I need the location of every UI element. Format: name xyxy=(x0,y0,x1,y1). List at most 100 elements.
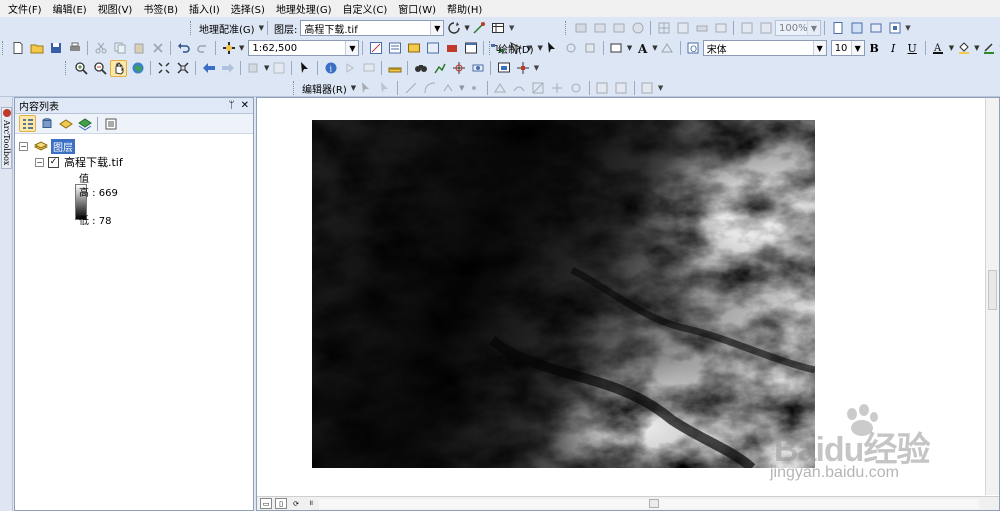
copy-icon[interactable] xyxy=(111,40,128,57)
find-icon[interactable] xyxy=(412,60,429,77)
toolbar-options-icon[interactable]: ▼ xyxy=(508,20,516,36)
attributes-icon[interactable] xyxy=(594,80,611,97)
data-driven-pages-icon[interactable] xyxy=(867,20,884,37)
vertical-scrollbar-thumb[interactable] xyxy=(988,270,997,310)
toolbar-options-icon[interactable]: ▼ xyxy=(904,20,912,36)
line-color-icon[interactable] xyxy=(980,40,997,57)
open-time-slider-icon[interactable] xyxy=(469,60,486,77)
layer-icon[interactable] xyxy=(572,20,589,37)
rotate-icon[interactable] xyxy=(445,20,462,37)
rectangle-icon[interactable] xyxy=(608,40,625,57)
straight-segment-icon[interactable] xyxy=(402,80,419,97)
rotate-element-icon[interactable] xyxy=(563,40,580,57)
georef-menu[interactable]: 地理配准(G) xyxy=(199,21,255,36)
collapse-icon[interactable]: − xyxy=(19,141,28,151)
chevron-down-icon[interactable]: ▼ xyxy=(652,44,657,52)
new-document-icon[interactable] xyxy=(9,40,26,57)
pixel-inspector-icon[interactable] xyxy=(514,60,531,77)
table-icon[interactable] xyxy=(674,20,691,37)
open-folder-icon[interactable] xyxy=(28,40,45,57)
raster-layer-name[interactable]: 高程下载.tif xyxy=(64,154,123,170)
change-layout-icon[interactable] xyxy=(848,20,865,37)
chevron-down-icon[interactable]: ▼ xyxy=(239,44,244,52)
find-route-icon[interactable] xyxy=(431,60,448,77)
list-by-source-icon[interactable] xyxy=(38,115,55,132)
menu-help[interactable]: 帮助(H) xyxy=(443,1,489,16)
catalog-icon[interactable] xyxy=(405,40,422,57)
menu-bookmarks[interactable]: 书签(B) xyxy=(139,1,185,16)
fill-color-icon[interactable] xyxy=(955,40,972,57)
chevron-down-icon[interactable]: ▼ xyxy=(430,21,444,35)
edit-tool-icon[interactable] xyxy=(357,80,374,97)
menu-geoprocessing[interactable]: 地理处理(G) xyxy=(272,1,339,16)
go-forward-icon[interactable] xyxy=(219,60,236,77)
close-icon[interactable]: ✕ xyxy=(241,100,249,111)
vertical-scrollbar[interactable] xyxy=(985,98,999,495)
bold-button[interactable]: B xyxy=(866,40,883,57)
redo-icon[interactable] xyxy=(194,40,211,57)
hyperlink-icon[interactable] xyxy=(341,60,358,77)
go-to-xy-icon[interactable] xyxy=(450,60,467,77)
menu-insert[interactable]: 插入(I) xyxy=(185,1,227,16)
chevron-down-icon[interactable]: ▼ xyxy=(807,21,820,35)
search-window-icon[interactable] xyxy=(424,40,441,57)
editor-menu[interactable]: 编辑器(R) xyxy=(302,81,347,96)
split-icon[interactable] xyxy=(549,80,566,97)
focus-data-frame-icon[interactable] xyxy=(886,20,903,37)
clear-selection-icon[interactable] xyxy=(270,60,287,77)
chevron-down-icon[interactable]: ▼ xyxy=(459,84,464,92)
zoom-percent-select[interactable]: 100% ▼ xyxy=(775,20,821,36)
measure-icon[interactable] xyxy=(386,60,403,77)
swipe-icon[interactable] xyxy=(591,20,608,37)
point-icon[interactable] xyxy=(466,80,483,97)
pan-icon[interactable] xyxy=(110,59,127,77)
pause-drawing-icon[interactable]: ॥ xyxy=(305,498,317,509)
chevron-down-icon[interactable]: ▼ xyxy=(850,41,864,55)
edit-vertices-icon[interactable] xyxy=(659,40,676,57)
python-window-icon[interactable] xyxy=(462,40,479,57)
zoom-in-icon[interactable] xyxy=(72,60,89,77)
layout-view-icon[interactable]: ▯ xyxy=(275,498,287,509)
save-icon[interactable] xyxy=(47,40,64,57)
menu-edit[interactable]: 编辑(E) xyxy=(49,1,94,16)
transparency-icon[interactable] xyxy=(712,20,729,37)
chevron-down-icon[interactable]: ▼ xyxy=(974,44,979,52)
pin-icon[interactable]: ᛘ xyxy=(229,100,235,111)
georef-layer-select[interactable]: 高程下载.tif ▼ xyxy=(300,20,445,36)
create-features-icon[interactable] xyxy=(639,80,656,97)
grid-icon[interactable] xyxy=(655,20,672,37)
chevron-down-icon[interactable]: ▼ xyxy=(627,44,632,52)
select-elements-icon[interactable] xyxy=(296,60,313,77)
draw-menu[interactable]: 绘制(D) xyxy=(498,41,534,56)
full-extent-icon[interactable] xyxy=(129,60,146,77)
font-size-select[interactable]: 10 ▼ xyxy=(830,40,865,56)
list-by-visibility-icon[interactable] xyxy=(57,115,74,132)
fixed-zoom-in-icon[interactable] xyxy=(155,60,172,77)
add-control-points-icon[interactable] xyxy=(471,20,488,37)
toolbar-options-icon[interactable]: ▼ xyxy=(532,60,540,76)
font-color-icon[interactable]: A xyxy=(930,40,947,57)
menu-customize[interactable]: 自定义(C) xyxy=(339,1,395,16)
html-popup-icon[interactable] xyxy=(360,60,377,77)
font-name-select[interactable]: 宋体 ▼ xyxy=(702,40,827,56)
zoom-in-page-icon[interactable] xyxy=(738,20,755,37)
reshape-feature-icon[interactable] xyxy=(511,80,528,97)
edit-annotation-icon[interactable] xyxy=(376,80,393,97)
text-tool-icon[interactable]: A xyxy=(633,40,650,57)
edit-vertices-icon[interactable] xyxy=(492,80,509,97)
collapse-icon[interactable]: − xyxy=(35,157,44,167)
chevron-down-icon[interactable]: ▼ xyxy=(464,24,469,32)
toolbar-grip[interactable] xyxy=(190,21,193,35)
chevron-down-icon[interactable]: ▼ xyxy=(264,64,269,72)
list-by-drawing-order-icon[interactable] xyxy=(19,115,36,132)
arctoolbox-icon[interactable] xyxy=(443,40,460,57)
chevron-down-icon[interactable]: ▼ xyxy=(812,41,826,55)
delete-icon[interactable] xyxy=(149,40,166,57)
cut-polygons-icon[interactable] xyxy=(530,80,547,97)
menu-file[interactable]: 文件(F) xyxy=(4,1,49,16)
trace-icon[interactable] xyxy=(440,80,457,97)
map-scale-select[interactable]: 1:62,500 ▼ xyxy=(248,40,360,56)
editor-toolbar-icon[interactable] xyxy=(367,40,384,57)
horizontal-scrollbar-thumb[interactable] xyxy=(649,499,659,508)
menu-view[interactable]: 视图(V) xyxy=(94,1,140,16)
